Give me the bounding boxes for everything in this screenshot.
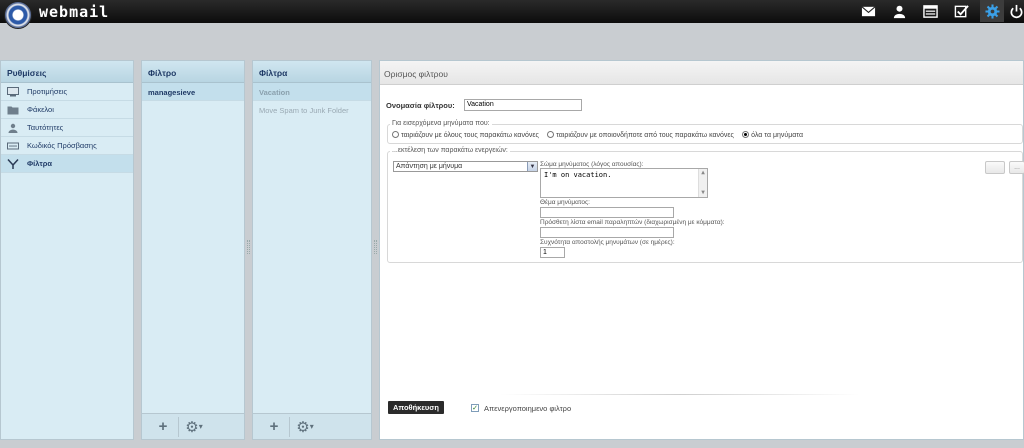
resize-handle[interactable] [247, 240, 250, 254]
nav-item-password[interactable]: Κωδικός Πρόσβασης [1, 137, 133, 155]
nav-item-preferences[interactable]: Προτιμήσεις [1, 83, 133, 101]
subject-label: Θέμα μηνύματος: [540, 199, 590, 206]
filter-name-input[interactable]: Vacation [464, 99, 582, 111]
filter-item-spam[interactable]: Move Spam to Junk Folder [253, 101, 371, 119]
gear-icon: ⚙ [296, 418, 310, 436]
days-label: Συχνότητα αποστολής μηνυμάτων (σε ημέρες… [540, 239, 675, 246]
disabled-label: Απενεργοποιημενο φιλτρο [484, 404, 572, 413]
filter-item-vacation[interactable]: Vacation [253, 83, 371, 101]
nav-item-label: Ταυτότητες [27, 123, 64, 132]
match-any-label: ταιριάζουν με οποιονδήποτε από τους παρα… [556, 132, 734, 139]
nav-item-folders[interactable]: Φάκελοι [1, 101, 133, 119]
key-icon [7, 141, 19, 151]
logo [4, 1, 32, 29]
add-filterset-button[interactable]: + [150, 417, 176, 437]
addresses-input[interactable] [540, 227, 674, 238]
filterset-panel-footer: + ⚙ ▾ [142, 413, 244, 439]
filter-name-label: Ονομασία φίλτρου: [386, 101, 455, 110]
filter-form: Ορισμος φιλτρου Ονομασία φίλτρου: Vacati… [379, 60, 1024, 440]
top-bar: webmail [0, 0, 1024, 29]
filterset-panel: Φίλτρο managesieve + ⚙ ▾ [141, 60, 245, 440]
rule-option-button[interactable] [985, 161, 1005, 174]
body-text: I'm on vacation. [544, 171, 612, 179]
match-all-radio[interactable] [392, 131, 399, 138]
user-icon[interactable] [887, 0, 911, 22]
scroll-up-icon: ▲ [701, 169, 705, 176]
settings-panel: Ρυθμίσεις Προτιμήσεις Φάκελοι Ταυτότητες… [0, 60, 134, 440]
filter-actions-button[interactable]: ⚙ ▾ [292, 417, 318, 437]
nav-item-label: Κωδικός Πρόσβασης [27, 141, 97, 150]
scroll-down-icon: ▼ [701, 189, 705, 196]
settings-icon[interactable] [980, 0, 1004, 22]
actions-legend: ...εκτέλεση των παρακάτω ενεργειών: [390, 147, 510, 154]
gear-icon: ⚙ [185, 418, 199, 436]
addressbook-icon[interactable] [918, 0, 942, 22]
mail-icon[interactable] [856, 0, 880, 22]
add-filter-button[interactable]: + [261, 417, 287, 437]
disabled-checkbox[interactable]: ✓ [471, 404, 479, 412]
tasks-icon[interactable] [949, 0, 973, 22]
action-select-value: Απάντηση με μήνυμα [396, 163, 463, 170]
days-input[interactable]: 1 [540, 247, 565, 258]
filterset-panel-title: Φίλτρο [142, 61, 244, 83]
nav-item-filters[interactable]: Φίλτρα [1, 155, 133, 173]
power-icon[interactable] [1008, 0, 1024, 22]
nav-item-identities[interactable]: Ταυτότητες [1, 119, 133, 137]
chevron-down-icon: ▾ [309, 422, 314, 431]
addresses-label: Πρόσθετη λίστα email παραληπτών (διαχωρι… [540, 219, 725, 226]
match-all-messages-radio[interactable] [742, 131, 750, 138]
divider [289, 416, 290, 437]
nav-item-label: Προτιμήσεις [27, 87, 68, 96]
app-brand: webmail [39, 3, 110, 21]
filters-panel-title: Φίλτρα [253, 61, 371, 83]
rule-more-button[interactable]: ... [1009, 161, 1024, 174]
filters-panel-footer: + ⚙ ▾ [253, 413, 371, 439]
filter-icon [7, 158, 19, 169]
match-any-radio[interactable] [547, 131, 555, 138]
resize-handle[interactable] [374, 240, 377, 254]
filterset-actions-button[interactable]: ⚙ ▾ [181, 417, 207, 437]
form-title: Ορισμος φιλτρου [380, 61, 1023, 85]
nav-item-label: Φίλτρα [27, 159, 53, 168]
action-select[interactable]: Απάντηση με μήνυμα ▼ [393, 161, 538, 172]
monitor-icon [7, 86, 19, 97]
body-label: Σώμα μηνύματος (λόγος απουσίας): [540, 161, 644, 168]
filterset-item[interactable]: managesieve [142, 83, 244, 101]
filters-panel: Φίλτρα Vacation Move Spam to Junk Folder… [252, 60, 372, 440]
save-button[interactable]: Αποθήκευση [388, 401, 444, 414]
match-all-messages-label: όλα τα μηνύματα [751, 132, 804, 139]
subject-input[interactable] [540, 207, 674, 218]
chevron-down-icon: ▾ [198, 422, 203, 431]
body-textarea[interactable]: I'm on vacation. ▲ ▼ [540, 168, 708, 198]
chevron-down-icon: ▼ [527, 162, 537, 171]
rules-legend: Για εισερχόμενα μηνύματα που: [390, 120, 492, 127]
divider [500, 394, 860, 395]
scrollbar[interactable]: ▲ ▼ [698, 169, 707, 197]
settings-panel-title: Ρυθμίσεις [1, 61, 133, 83]
user-icon [7, 123, 19, 133]
divider [178, 416, 179, 437]
folder-icon [7, 105, 19, 115]
match-all-label: ταιριάζουν με όλους τους παρακάτω κανόνε… [401, 132, 539, 139]
nav-item-label: Φάκελοι [27, 105, 54, 114]
match-options: ταιριάζουν με όλους τους παρακάτω κανόνε… [392, 130, 803, 139]
